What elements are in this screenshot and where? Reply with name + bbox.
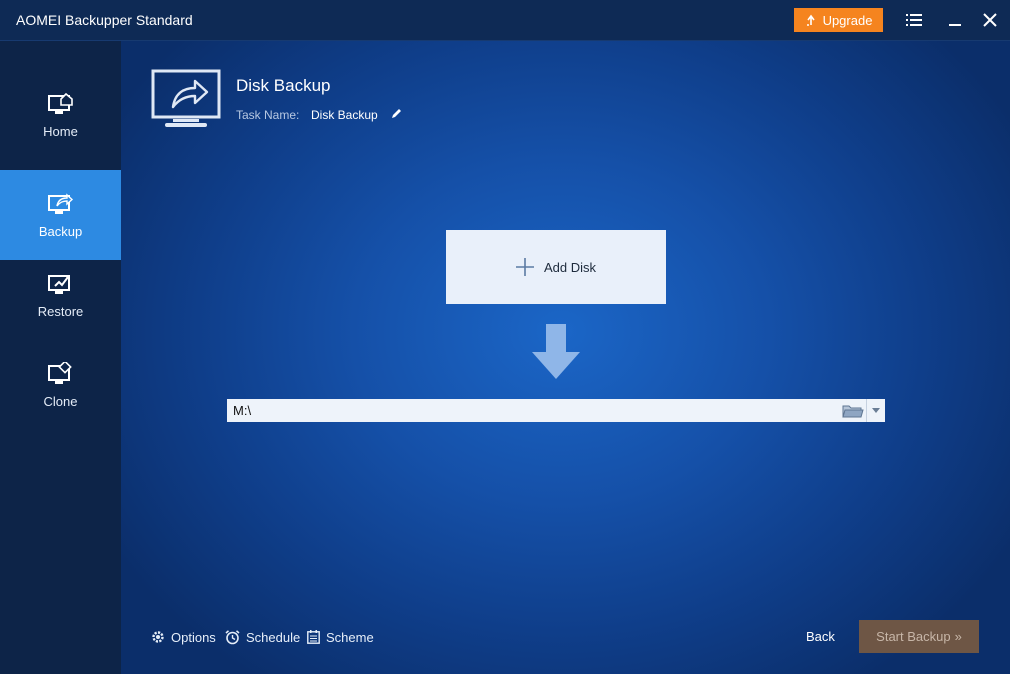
upgrade-arrow-icon <box>806 14 815 26</box>
upgrade-label: Upgrade <box>822 12 873 28</box>
add-disk-label: Add Disk <box>543 259 597 275</box>
sidebar-item-label: Backup <box>38 223 83 239</box>
sidebar-item-label: Home <box>43 123 78 139</box>
arrow-down-icon <box>532 324 580 379</box>
scheme-button[interactable]: Scheme <box>307 628 374 646</box>
schedule-label: Schedule <box>246 629 301 645</box>
start-backup-button[interactable]: Start Backup » <box>859 620 979 653</box>
sidebar: Home Backup Restore Clone <box>0 41 122 674</box>
scheme-list-icon <box>307 630 320 644</box>
sidebar-item-clone[interactable]: Clone <box>0 340 121 430</box>
main-panel: Disk Backup Task Name: Disk Backup Add D… <box>121 41 1010 674</box>
gear-icon <box>152 631 164 643</box>
backup-monitor-icon <box>47 192 73 214</box>
double-chevron-icon: » <box>954 629 962 644</box>
edit-pencil-icon[interactable] <box>391 107 403 119</box>
minimize-icon[interactable] <box>945 10 965 30</box>
sidebar-item-restore[interactable]: Restore <box>0 250 121 340</box>
plus-icon <box>515 258 534 276</box>
scheme-label: Scheme <box>326 629 374 645</box>
destination-path-field[interactable]: M:\ <box>227 399 885 422</box>
task-name-value: Disk Backup <box>311 108 378 122</box>
menu-icon[interactable] <box>904 10 924 30</box>
sidebar-item-label: Clone <box>43 393 78 409</box>
page-title: Disk Backup <box>236 76 331 95</box>
dropdown-arrow-icon[interactable] <box>866 399 885 422</box>
upgrade-button[interactable]: Upgrade <box>794 8 883 32</box>
disk-backup-header-icon <box>151 69 221 127</box>
start-backup-label: Start Backup <box>876 629 951 644</box>
options-button[interactable]: Options <box>151 628 216 646</box>
add-disk-button[interactable]: Add Disk <box>446 230 666 304</box>
schedule-button[interactable]: Schedule <box>225 628 300 646</box>
close-icon[interactable] <box>980 10 1000 30</box>
title-bar: AOMEI Backupper Standard Upgrade <box>0 0 1010 41</box>
alarm-clock-icon <box>225 629 240 644</box>
app-title: AOMEI Backupper Standard <box>16 12 193 28</box>
clone-monitor-icon <box>47 361 72 384</box>
sidebar-item-backup[interactable]: Backup <box>0 170 121 260</box>
destination-path-text[interactable]: M:\ <box>227 403 840 418</box>
home-monitor-icon <box>47 92 73 114</box>
browse-folder-icon[interactable] <box>840 399 866 422</box>
restore-monitor-icon <box>47 274 70 294</box>
back-button[interactable]: Back <box>806 629 835 644</box>
options-label: Options <box>171 629 216 645</box>
sidebar-item-home[interactable]: Home <box>0 70 121 160</box>
task-name-label: Task Name: <box>236 108 300 122</box>
sidebar-item-label: Restore <box>37 303 84 319</box>
